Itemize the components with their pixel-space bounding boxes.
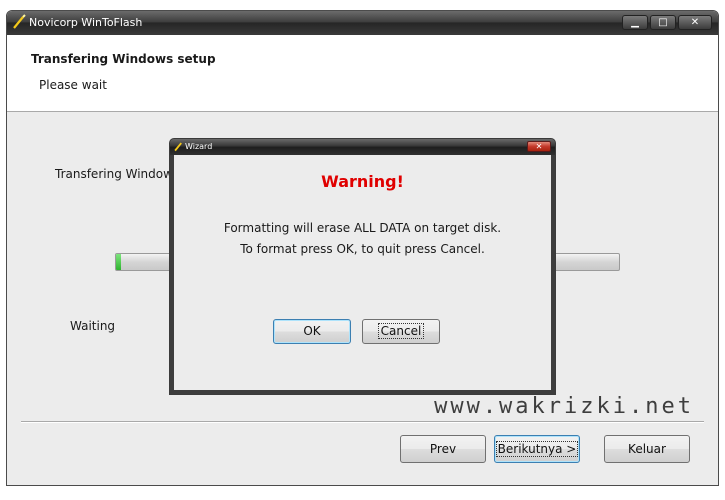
close-button[interactable]: ✕ — [678, 15, 712, 30]
cancel-button-label: Cancel — [377, 323, 425, 339]
dialog-title-bar[interactable]: Wizard ✕ — [170, 139, 555, 155]
quit-button[interactable]: Keluar — [604, 435, 690, 463]
waiting-label: Waiting — [70, 319, 116, 333]
wand-icon — [13, 14, 26, 29]
ok-button[interactable]: OK — [273, 319, 351, 344]
wand-icon — [174, 142, 182, 152]
maximize-button[interactable]: □ — [650, 15, 676, 30]
warning-message-line1: Formatting will erase ALL DATA on target… — [223, 221, 502, 235]
warning-dialog: Wizard ✕ Warning! Formatting will erase … — [169, 138, 556, 395]
page-title: Transfering Windows setup — [31, 52, 216, 66]
next-button-label: Berikutnya > — [495, 441, 579, 457]
dialog-title: Wizard — [185, 142, 213, 151]
title-bar[interactable]: Novicorp WinToFlash ▁ □ ✕ — [7, 11, 718, 35]
watermark: www.wakrizki.net — [434, 394, 694, 419]
cancel-button[interactable]: Cancel — [362, 319, 440, 344]
dialog-close-button[interactable]: ✕ — [527, 141, 551, 152]
prev-button[interactable]: Prev — [400, 435, 486, 463]
progress-fill — [116, 254, 122, 270]
wizard-header: Transfering Windows setup Please wait — [7, 35, 718, 112]
warning-message-line2: To format press OK, to quit press Cancel… — [240, 242, 485, 256]
dialog-body: Warning! Formatting will erase ALL DATA … — [174, 155, 551, 390]
next-button[interactable]: Berikutnya > — [494, 435, 580, 463]
window-title: Novicorp WinToFlash — [29, 16, 143, 29]
window-controls: ▁ □ ✕ — [622, 15, 712, 30]
page-subtitle: Please wait — [39, 78, 107, 92]
warning-heading: Warning! — [321, 172, 404, 191]
footer-divider — [21, 421, 704, 423]
minimize-button[interactable]: ▁ — [622, 15, 648, 30]
